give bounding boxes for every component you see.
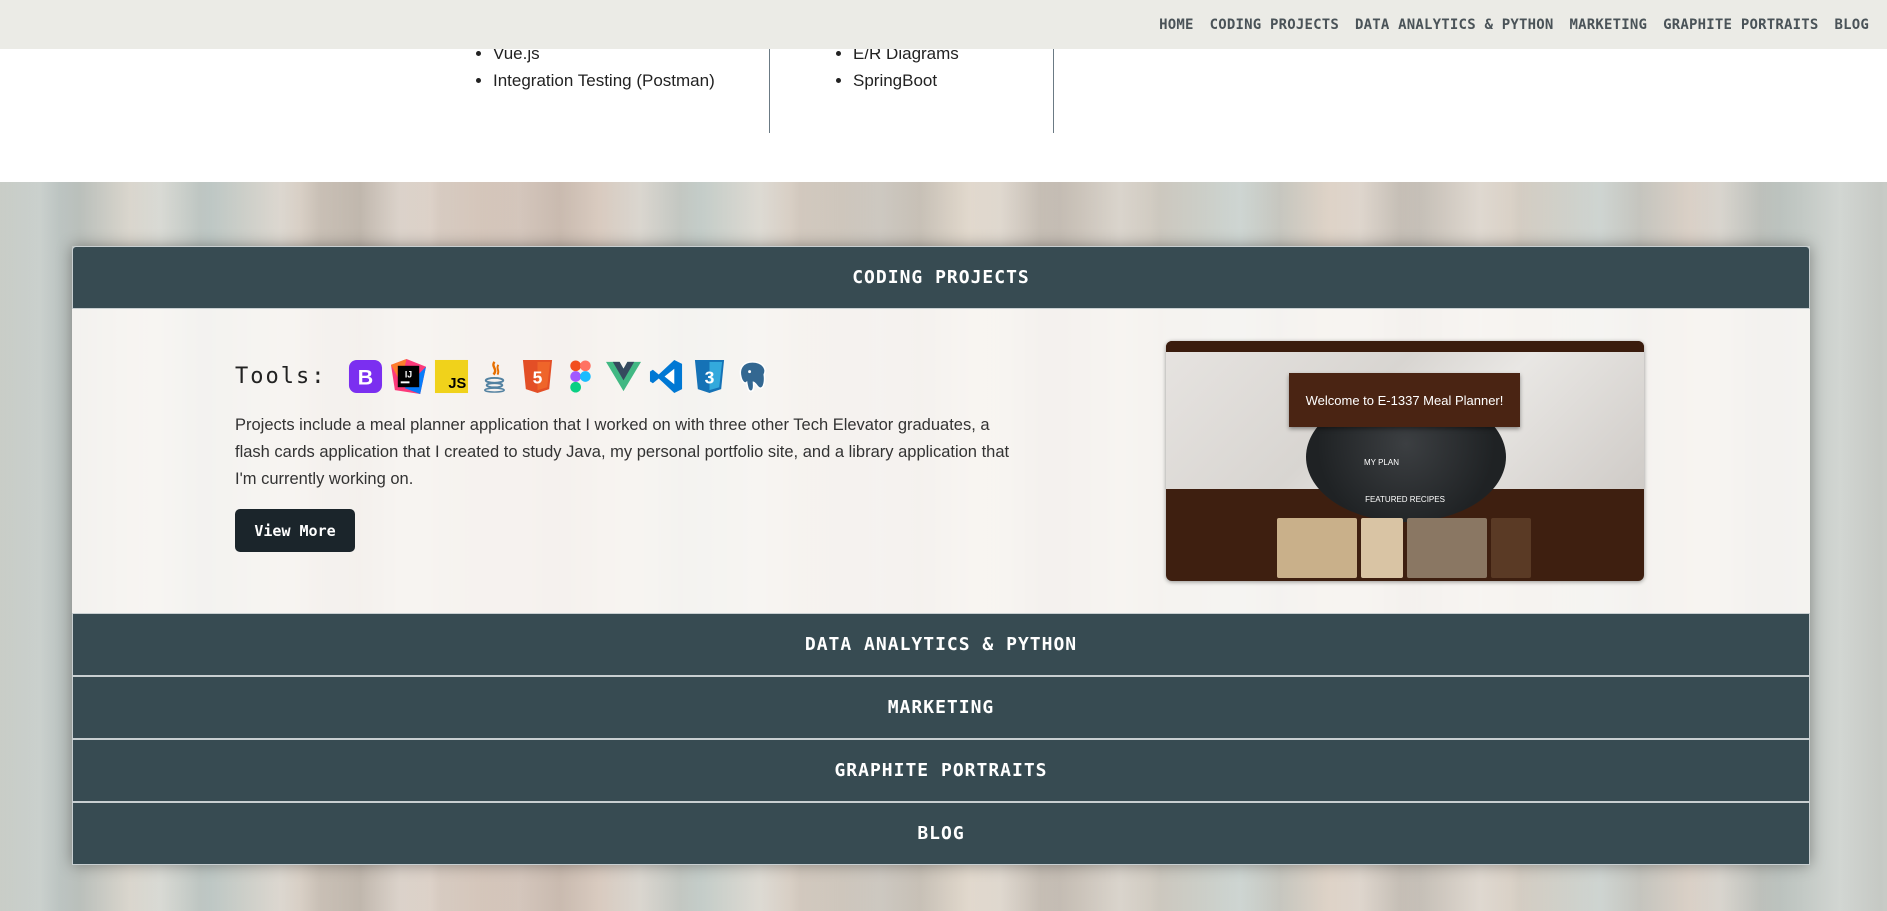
preview-thumb [1361,518,1403,578]
accordion-header-graphite-portraits[interactable]: GRAPHITE PORTRAITS [72,739,1810,802]
figma-icon [570,360,592,393]
preview-thumb [1491,518,1531,578]
skill-item: Integration Testing (Postman) [493,67,769,94]
svg-text:3: 3 [705,367,715,387]
svg-text:5: 5 [533,367,543,387]
nav-link-home[interactable]: HOME [1159,17,1194,33]
nav-link-coding-projects[interactable]: CODING PROJECTS [1210,17,1339,33]
bootstrap-icon: B [349,359,383,394]
vue-icon [606,361,642,392]
nav-link-data-analytics[interactable]: DATA ANALYTICS & PYTHON [1355,17,1553,33]
javascript-icon: JS [435,359,469,394]
coding-projects-description: Projects include a meal planner applicat… [235,416,1010,488]
meal-planner-preview-image[interactable]: Welcome to E-1337 Meal Planner! MY PLAN … [1166,341,1644,581]
preview-thumb [1277,518,1357,578]
css3-icon: 3 [695,359,725,394]
html5-icon: 5 [523,359,553,394]
svg-text:JS: JS [449,376,467,392]
accordion-header-marketing[interactable]: MARKETING [72,676,1810,739]
svg-text:B: B [358,365,373,389]
top-navbar: HOME CODING PROJECTS DATA ANALYTICS & PY… [0,0,1887,49]
preview-navbar [1166,341,1644,352]
preview-featured-recipes: FEATURED RECIPES [1365,495,1445,504]
nav-link-marketing[interactable]: MARKETING [1569,17,1647,33]
skill-item: SpringBoot [853,67,1053,94]
portfolio-accordion: CODING PROJECTS Tools: B IJ JS 5 3 Proje… [72,246,1810,865]
preview-recipe-thumbnails [1277,518,1535,578]
nav-link-blog[interactable]: BLOG [1834,17,1869,33]
preview-title: Welcome to E-1337 Meal Planner! [1289,373,1520,427]
accordion-header-coding-projects[interactable]: CODING PROJECTS [72,246,1810,309]
intellij-icon: IJ [391,359,427,394]
vscode-icon [650,359,683,394]
nav-link-graphite-portraits[interactable]: GRAPHITE PORTRAITS [1663,17,1818,33]
tools-label: Tools: [235,364,327,389]
postgresql-icon [740,361,767,392]
view-more-button[interactable]: View More [235,509,355,552]
accordion-header-data-analytics[interactable]: DATA ANALYTICS & PYTHON [72,613,1810,676]
tools-row: Tools: B IJ JS 5 3 [235,359,778,394]
preview-my-plan: MY PLAN [1364,458,1399,467]
java-icon [484,361,506,393]
preview-hero: Welcome to E-1337 Meal Planner! MY PLAN [1166,352,1644,522]
accordion-body-coding-projects: Tools: B IJ JS 5 3 Projects include a me… [72,309,1810,613]
svg-text:IJ: IJ [405,369,412,379]
preview-thumb [1407,518,1487,578]
accordion-header-blog[interactable]: BLOG [72,802,1810,865]
